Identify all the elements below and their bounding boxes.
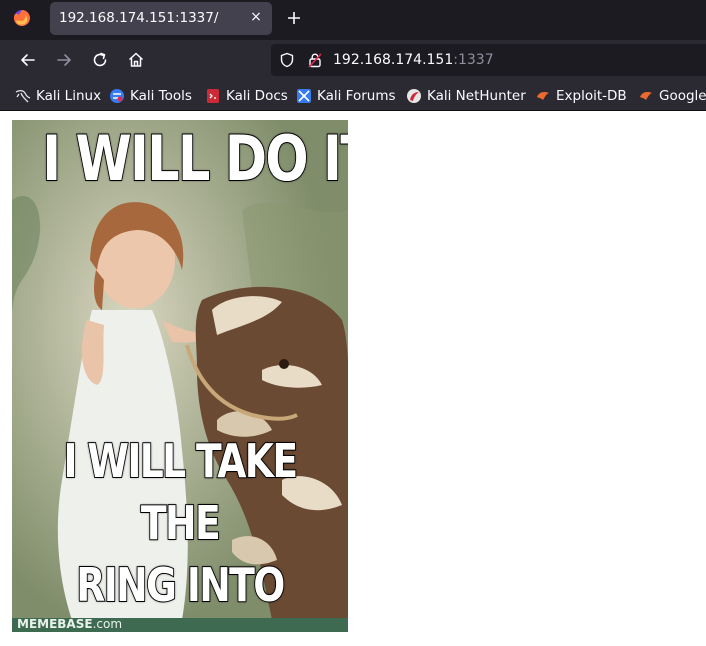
url-port: :1337 — [453, 52, 494, 68]
memebase-brand: MEMEBASE — [17, 617, 93, 631]
firefox-logo-icon[interactable] — [13, 9, 31, 27]
url-text: 192.168.174.151:1337 — [333, 52, 494, 68]
bookmark-label: Kali Docs — [226, 88, 288, 104]
bookmark-label: Google — [659, 88, 706, 104]
bookmark-kali-nethunter[interactable]: Kali NetHunter — [406, 87, 526, 105]
url-bar[interactable]: 192.168.174.151:1337 — [271, 44, 706, 76]
home-icon[interactable] — [126, 50, 146, 70]
bookmark-exploit-db[interactable]: Exploit-DB — [535, 87, 627, 105]
bookmark-kali-docs[interactable]: Kali Docs — [205, 87, 288, 105]
tab-title: 192.168.174.151:1337/ — [59, 10, 219, 26]
navigation-toolbar: 192.168.174.151:1337 — [0, 40, 706, 81]
bookmark-label: Exploit-DB — [556, 88, 627, 104]
nethunter-icon — [407, 89, 421, 103]
page-content: I WILL DO IT I WILL TAKE THE RING INTO M… — [0, 111, 706, 646]
bookmark-google[interactable]: Google — [638, 87, 706, 105]
bookmarks-toolbar: Kali Linux Kali Tools Kali Docs Kali For… — [0, 81, 706, 111]
tab-close-icon[interactable]: × — [248, 9, 264, 25]
not-secure-lock-icon[interactable] — [307, 52, 323, 68]
back-arrow-icon[interactable] — [18, 50, 38, 70]
meme-top-caption: I WILL DO IT — [41, 122, 348, 195]
bookmark-label: Kali Linux — [36, 88, 102, 104]
new-tab-plus-icon[interactable] — [284, 8, 304, 28]
url-host: 192.168.174.151 — [333, 52, 454, 68]
google-icon — [640, 92, 652, 100]
shield-icon[interactable] — [279, 52, 295, 68]
forward-arrow-icon[interactable] — [54, 50, 74, 70]
kali-docs-icon — [207, 89, 219, 103]
meme-footer-bar: MEMEBASE.com — [12, 617, 348, 632]
tab-strip: 192.168.174.151:1337/ × — [0, 0, 706, 40]
kali-dragon-icon — [15, 89, 31, 103]
exploit-db-icon — [537, 92, 549, 100]
reload-icon[interactable] — [90, 50, 110, 70]
bookmark-label: Kali NetHunter — [427, 88, 526, 104]
bookmark-kali-tools[interactable]: Kali Tools — [109, 87, 192, 105]
bookmark-kali-forums[interactable]: Kali Forums — [296, 87, 396, 105]
kali-forums-icon — [297, 89, 311, 103]
memebase-domain: .com — [92, 617, 123, 631]
bookmark-label: Kali Tools — [130, 88, 192, 104]
meme-bottom-caption: I WILL TAKE THE RING INTO MORDOR — [63, 433, 299, 632]
bookmark-label: Kali Forums — [317, 88, 396, 104]
meme-image: I WILL DO IT I WILL TAKE THE RING INTO M… — [12, 120, 348, 632]
bookmark-kali-linux[interactable]: Kali Linux — [15, 87, 101, 105]
active-tab[interactable]: 192.168.174.151:1337/ × — [50, 2, 272, 35]
kali-tools-icon — [110, 89, 124, 103]
memebase-watermark: MEMEBASE.com — [17, 617, 122, 631]
